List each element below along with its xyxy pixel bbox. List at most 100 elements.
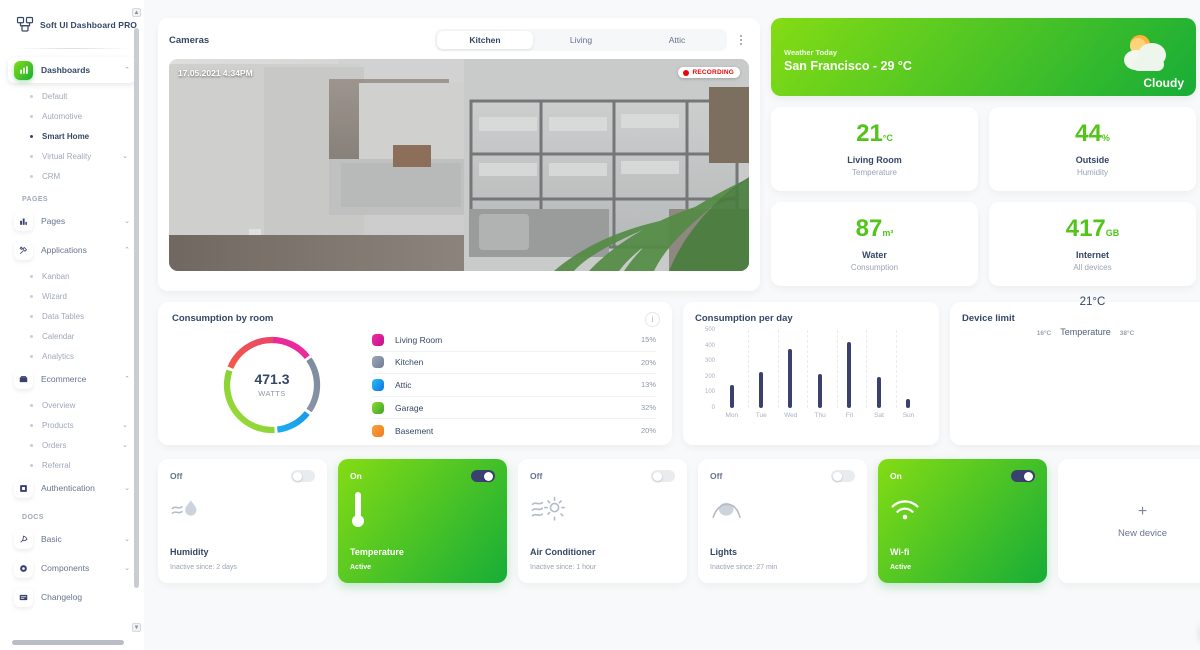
- device-state: Off: [530, 471, 543, 481]
- sidebar-label-default: Default: [42, 91, 68, 101]
- cameras-title: Cameras: [169, 34, 210, 46]
- sidebar-item-kanban[interactable]: Kanban: [24, 266, 128, 286]
- sidebar: Soft UI Dashboard PRO Dashboards ⌃ Defau…: [0, 0, 144, 650]
- bar-mon: [729, 384, 734, 408]
- chevron-down-icon[interactable]: ⌄: [122, 422, 128, 429]
- cameras-card: Cameras Kitchen Living Attic 17.05.2021 …: [158, 18, 760, 291]
- sidebar-item-changelog[interactable]: Changelog: [8, 584, 136, 610]
- new-device-card[interactable]: + New device: [1058, 459, 1200, 583]
- camera-feed[interactable]: 17.05.2021 4:34PM RECORDING: [169, 59, 749, 271]
- chevron-down-icon[interactable]: ⌄: [122, 153, 128, 160]
- device-toggle[interactable]: [471, 470, 495, 482]
- chevron-down-icon[interactable]: ⌄: [122, 442, 128, 449]
- sidebar-item-components[interactable]: Components ⌄: [8, 555, 136, 581]
- bullet-icon: [30, 94, 33, 98]
- bar-fri: [847, 342, 852, 408]
- chevron-down-icon[interactable]: ⌄: [124, 218, 130, 225]
- sidebar-item-analytics[interactable]: Analytics: [24, 346, 128, 366]
- bullet-icon: [30, 334, 33, 338]
- tab-attic[interactable]: Attic: [629, 31, 725, 49]
- gridline: [777, 330, 779, 408]
- device-toggle[interactable]: [1011, 470, 1035, 482]
- bar-sun: [906, 398, 911, 408]
- weather-card: Weather Today San Francisco - 29 °C Clou…: [771, 18, 1196, 96]
- chevron-down-icon[interactable]: ⌄: [124, 565, 130, 572]
- sidebar-item-virtual-reality[interactable]: Virtual Reality ⌄: [24, 146, 128, 166]
- sidebar-item-ecommerce[interactable]: Ecommerce ⌃: [8, 366, 136, 392]
- sidebar-item-products[interactable]: Products ⌄: [24, 415, 128, 435]
- sun-behind-cloud-icon: [1114, 30, 1176, 76]
- sidebar-item-wizard[interactable]: Wizard: [24, 286, 128, 306]
- weather-subtitle: Weather Today: [784, 48, 838, 57]
- legend-label: Living Room: [395, 334, 443, 345]
- device-card-air-conditioner[interactable]: Off Air Conditioner Inactive since: 1 ho…: [518, 459, 687, 583]
- info-icon[interactable]: i: [645, 312, 660, 327]
- kebab-menu-icon[interactable]: [733, 35, 749, 45]
- stat-card-outside: 44% Outside Humidity: [989, 107, 1196, 191]
- device-toggle[interactable]: [291, 470, 315, 482]
- sidebar-item-default[interactable]: Default: [24, 86, 128, 106]
- components-icon: [14, 558, 33, 578]
- row-middle: Consumption by room i 471.3 WATTS Living…: [158, 302, 1200, 445]
- stat-value-internet: 417GB: [1066, 216, 1120, 241]
- tab-kitchen[interactable]: Kitchen: [437, 31, 533, 49]
- donut-chart: 471.3 WATTS: [172, 329, 372, 442]
- sidebar-item-automotive[interactable]: Automotive: [24, 106, 128, 126]
- sidebar-item-smart-home[interactable]: Smart Home: [24, 126, 128, 146]
- sidebar-item-dashboards[interactable]: Dashboards ⌃: [8, 57, 136, 83]
- sidebar-divider: [12, 48, 132, 49]
- sidebar-item-overview[interactable]: Overview: [24, 395, 128, 415]
- device-state: Off: [710, 471, 723, 481]
- device-card-humidity[interactable]: Off Humidity Inactive since: 2 days: [158, 459, 327, 583]
- recording-badge: RECORDING: [678, 67, 740, 78]
- sidebar-item-data-tables[interactable]: Data Tables: [24, 306, 128, 326]
- sidebar-item-referral[interactable]: Referral: [24, 455, 128, 475]
- x-tick: Mon: [725, 412, 739, 419]
- device-card-temperature[interactable]: On Temperature Active: [338, 459, 507, 583]
- brand[interactable]: Soft UI Dashboard PRO: [0, 0, 144, 46]
- chevron-up-icon[interactable]: ⌃: [124, 247, 130, 254]
- stat-name-water: Water: [862, 249, 887, 260]
- chevron-down-icon[interactable]: ⌄: [124, 536, 130, 543]
- consumption-body: 471.3 WATTS Living Room 15% Kitchen 20% …: [172, 329, 658, 442]
- chevron-down-icon[interactable]: ⌄: [124, 485, 130, 492]
- device-toggle[interactable]: [651, 470, 675, 482]
- scroll-down-arrow-icon[interactable]: ▼: [132, 623, 141, 632]
- device-toggle[interactable]: [831, 470, 855, 482]
- chevron-up-icon[interactable]: ⌃: [124, 67, 130, 74]
- stat-sub-outside: Humidity: [1076, 167, 1109, 177]
- sidebar-label-changelog: Changelog: [41, 592, 83, 602]
- device-limit-min: 16°C: [1036, 330, 1052, 337]
- sidebar-item-authentication[interactable]: Authentication ⌄: [8, 475, 136, 501]
- lights-icon: [710, 490, 855, 530]
- sidebar-nav: Dashboards ⌃ Default Automotive Smart Ho…: [0, 57, 144, 610]
- basic-icon: [14, 529, 33, 549]
- bullet-icon: [30, 134, 33, 138]
- sidebar-item-crm[interactable]: CRM: [24, 166, 128, 186]
- sidebar-label-calendar: Calendar: [42, 331, 75, 341]
- legend-value: 32%: [640, 403, 656, 413]
- sidebar-label-dashboards: Dashboards: [41, 65, 91, 75]
- sidebar-item-basic[interactable]: Basic ⌄: [8, 526, 136, 552]
- stat-value-living-room: 21°C: [856, 121, 893, 146]
- sidebar-scrollbar[interactable]: [133, 10, 140, 622]
- bullet-icon: [30, 114, 33, 118]
- sidebar-item-calendar[interactable]: Calendar: [24, 326, 128, 346]
- bullet-icon: [30, 403, 33, 407]
- pages-icon: [14, 211, 33, 231]
- sidebar-item-applications[interactable]: Applications ⌃: [8, 237, 136, 263]
- tab-living[interactable]: Living: [533, 31, 629, 49]
- device-card-wifi[interactable]: On Wi-fi Active: [878, 459, 1047, 583]
- device-card-lights[interactable]: Off Lights Inactive since: 27 min: [698, 459, 867, 583]
- device-note: Inactive since: 2 days: [170, 564, 237, 571]
- sidebar-item-orders[interactable]: Orders ⌄: [24, 435, 128, 455]
- chevron-up-icon[interactable]: ⌃: [124, 376, 130, 383]
- legend-value: 20%: [640, 426, 656, 436]
- device-state: On: [890, 471, 902, 481]
- scroll-up-arrow-icon[interactable]: ▲: [132, 8, 141, 17]
- bar-chart: 500 400 300 200 100 0 Mon Tue Wed Thu Fr…: [695, 327, 927, 428]
- sidebar-item-pages[interactable]: Pages ⌄: [8, 208, 136, 234]
- horizontal-scrollbar[interactable]: [12, 640, 124, 645]
- scrollbar-thumb[interactable]: [134, 28, 139, 588]
- stat-sub-living-room: Temperature: [852, 167, 897, 177]
